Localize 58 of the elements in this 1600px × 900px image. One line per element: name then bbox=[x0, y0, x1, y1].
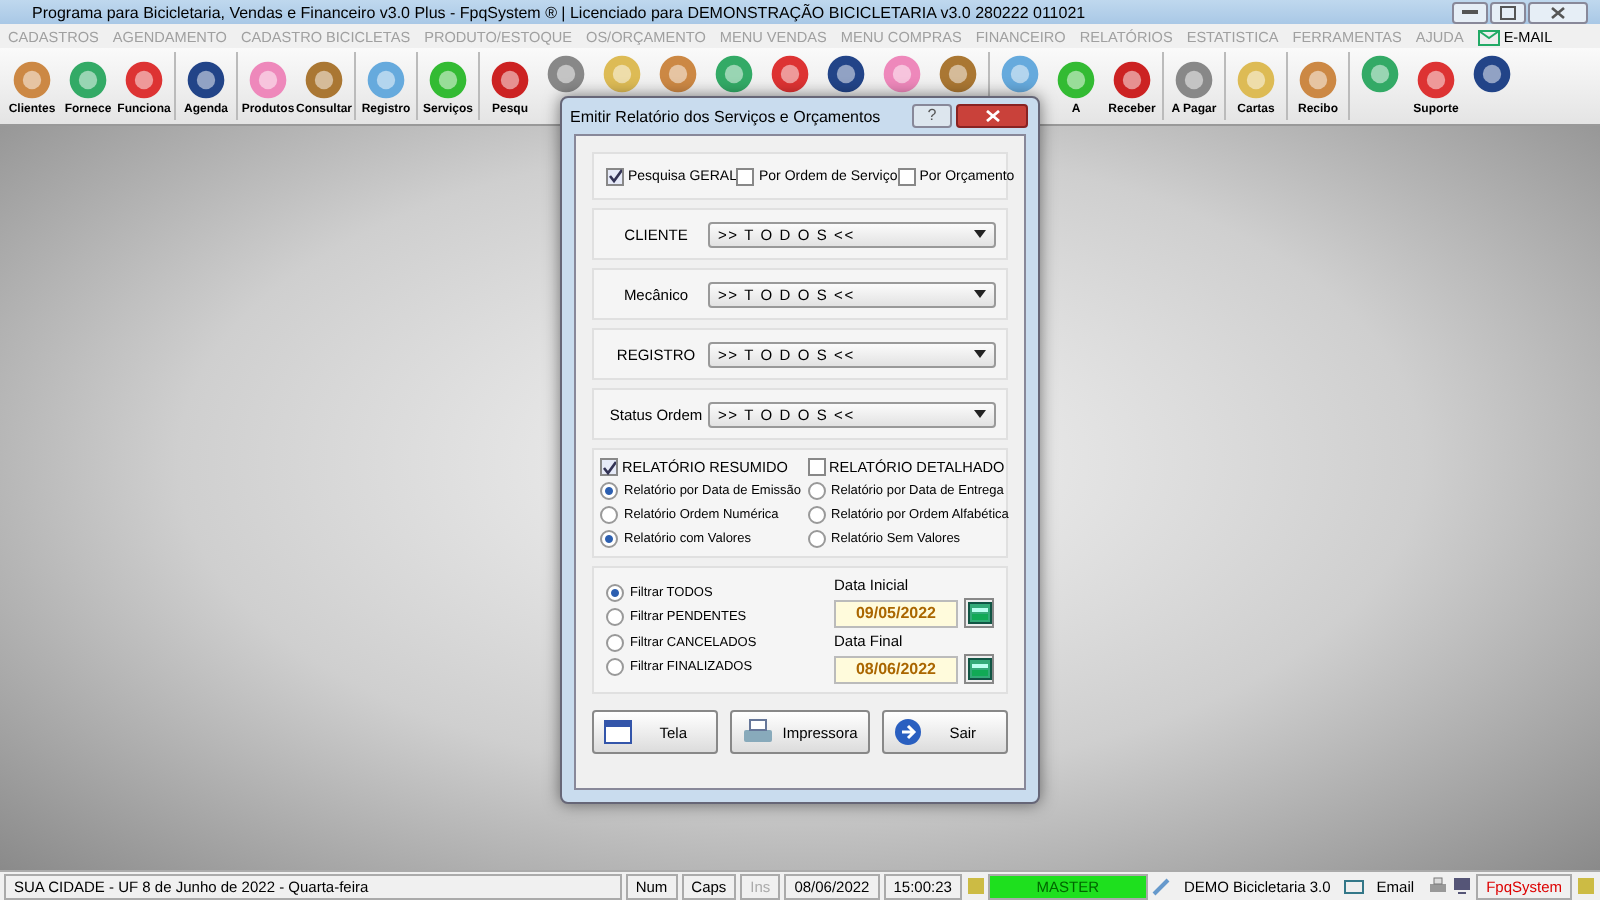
checkbox[interactable] bbox=[600, 458, 618, 476]
caret-icon bbox=[974, 230, 986, 238]
radio-button[interactable] bbox=[807, 506, 826, 524]
monitor-icon[interactable] bbox=[1452, 876, 1473, 896]
help-button[interactable]: ? bbox=[912, 104, 952, 128]
app-icon bbox=[122, 57, 166, 101]
calendar-button[interactable] bbox=[964, 598, 994, 628]
checkbox[interactable] bbox=[897, 167, 916, 185]
radio-button[interactable] bbox=[600, 482, 618, 500]
radio-button[interactable] bbox=[606, 583, 624, 602]
app-icon bbox=[1414, 57, 1458, 101]
app-icon bbox=[246, 57, 290, 101]
calendar-button[interactable] bbox=[964, 654, 994, 684]
app-icon bbox=[1172, 57, 1216, 101]
window-title: Programa para Bicicletaria, Vendas e Financeiro v3.0 Plus - FpqSystem ® | Licenciado para DEMONSTRAÇÃO BICICLETARIA v3.0 280222 011021 bbox=[32, 3, 1088, 21]
radio-button[interactable] bbox=[807, 482, 826, 500]
close-icon bbox=[1550, 5, 1566, 19]
radio-button[interactable] bbox=[600, 506, 618, 524]
app-icon bbox=[1110, 57, 1154, 101]
printer-icon[interactable] bbox=[1428, 876, 1449, 896]
app-icon bbox=[184, 57, 228, 101]
app-icon[interactable] bbox=[768, 52, 812, 96]
date-field[interactable]: 09/05/2022 bbox=[834, 599, 958, 627]
checkbox[interactable] bbox=[736, 167, 755, 185]
printer-icon bbox=[742, 718, 775, 746]
app-icon bbox=[1054, 57, 1098, 101]
app-icon[interactable] bbox=[1470, 52, 1514, 96]
minimize-icon bbox=[1462, 9, 1478, 15]
app-icon bbox=[1234, 57, 1278, 101]
radio-button[interactable] bbox=[606, 658, 624, 677]
caret-icon bbox=[974, 410, 986, 418]
close-icon bbox=[985, 110, 999, 122]
close-button[interactable] bbox=[1528, 1, 1588, 23]
app-icon bbox=[488, 57, 532, 101]
checkbox[interactable] bbox=[807, 458, 826, 476]
app-icon[interactable] bbox=[824, 52, 868, 96]
minimize-button[interactable] bbox=[1452, 1, 1488, 23]
checkbox[interactable] bbox=[606, 167, 624, 185]
app-icon bbox=[364, 57, 408, 101]
maximize-button[interactable] bbox=[1490, 1, 1526, 23]
radio-button[interactable] bbox=[606, 608, 624, 627]
pen-icon bbox=[1151, 876, 1172, 896]
dialog-title: Emitir Relatório dos Serviços e Orçamentos bbox=[570, 107, 883, 125]
caret-icon bbox=[974, 350, 986, 358]
caret-icon bbox=[974, 290, 986, 298]
app-icon bbox=[302, 57, 346, 101]
date-field[interactable]: 08/06/2022 bbox=[834, 655, 958, 683]
app-icon[interactable] bbox=[936, 52, 980, 96]
maximize-icon bbox=[1500, 5, 1516, 19]
app-icon bbox=[66, 57, 110, 101]
radio-button[interactable] bbox=[807, 530, 826, 548]
app-icon bbox=[426, 57, 470, 101]
app-icon bbox=[1296, 57, 1340, 101]
radio-button[interactable] bbox=[606, 633, 624, 652]
radio-button[interactable] bbox=[600, 530, 618, 548]
app-icon bbox=[10, 57, 54, 101]
window-icon bbox=[604, 720, 632, 744]
close-button[interactable] bbox=[956, 104, 1028, 128]
